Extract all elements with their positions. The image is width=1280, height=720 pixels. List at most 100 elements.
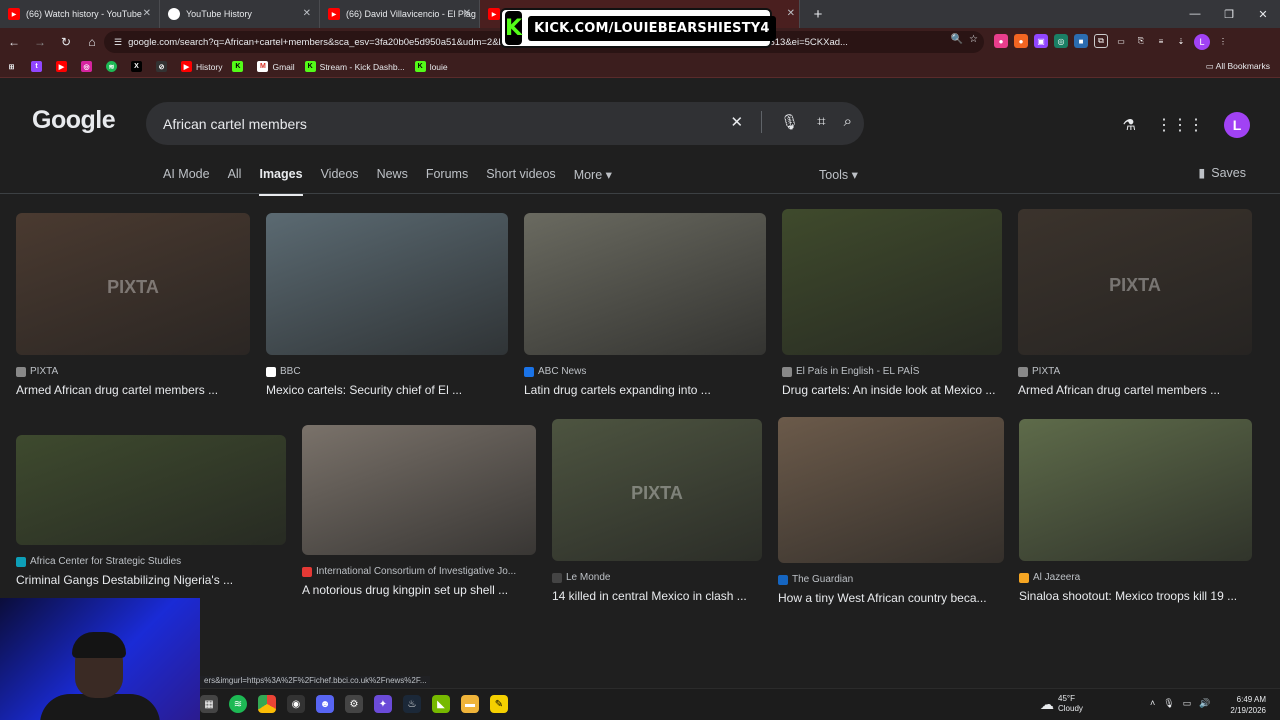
- result-caption[interactable]: Armed African drug cartel members ...: [1018, 383, 1252, 397]
- search-input[interactable]: African cartel members ✕ 🎙 ⌗ ⌕: [146, 102, 864, 145]
- tab-news[interactable]: News: [377, 167, 408, 194]
- image-thumbnail[interactable]: PIXTA: [1018, 209, 1252, 355]
- minimize-icon[interactable]: —: [1178, 0, 1212, 28]
- result-caption[interactable]: Armed African drug cartel members ...: [16, 383, 250, 397]
- result-source[interactable]: El País in English - EL PAÍS: [782, 366, 1002, 377]
- home-icon[interactable]: ⌂: [80, 30, 104, 54]
- close-icon[interactable]: ✕: [303, 8, 311, 19]
- google-logo[interactable]: Google: [32, 106, 116, 135]
- account-avatar[interactable]: L: [1224, 112, 1250, 138]
- nvidia-icon[interactable]: ◣: [432, 695, 450, 713]
- result-caption[interactable]: Latin drug cartels expanding into ...: [524, 383, 766, 397]
- clear-icon[interactable]: ✕: [731, 113, 744, 133]
- chevron-up-icon[interactable]: ˄: [1150, 698, 1155, 709]
- image-result[interactable]: Africa Center for Strategic Studies Crimi…: [16, 435, 286, 587]
- settings-gear-icon[interactable]: ⚙: [345, 695, 363, 713]
- extension-icon[interactable]: ●: [994, 34, 1008, 48]
- tools-button[interactable]: Tools ▾: [819, 167, 858, 182]
- extension-icon[interactable]: ◎: [1054, 34, 1068, 48]
- system-clock[interactable]: 6:49 AM 2/19/2026: [1230, 694, 1266, 716]
- discord-icon[interactable]: ☻: [316, 695, 334, 713]
- lens-camera-icon[interactable]: ⌗: [817, 113, 825, 133]
- result-source[interactable]: ABC News: [524, 366, 766, 377]
- image-result[interactable]: ABC News Latin drug cartels expanding int…: [524, 213, 766, 397]
- result-source[interactable]: The Guardian: [778, 574, 1004, 585]
- result-caption[interactable]: Criminal Gangs Destabilizing Nigeria's .…: [16, 573, 286, 587]
- result-caption[interactable]: 14 killed in central Mexico in clash ...: [552, 589, 762, 603]
- profile-avatar[interactable]: L: [1194, 34, 1210, 50]
- media-icon[interactable]: ▭: [1114, 34, 1128, 48]
- display-icon[interactable]: ▭: [1183, 698, 1192, 709]
- tab-all[interactable]: All: [228, 167, 242, 194]
- result-source[interactable]: PIXTA: [1018, 366, 1252, 377]
- tab-ai-mode[interactable]: AI Mode: [163, 167, 210, 194]
- zoom-icon[interactable]: 🔍: [951, 34, 963, 45]
- result-caption[interactable]: A notorious drug kingpin set up shell ..…: [302, 583, 536, 597]
- google-apps-icon[interactable]: ⋮⋮⋮: [1156, 115, 1204, 135]
- tab-more[interactable]: More ▾: [574, 167, 612, 194]
- image-result[interactable]: The Guardian How a tiny West African coun…: [778, 417, 1004, 605]
- bookmark-gmail[interactable]: M Gmail: [257, 61, 295, 72]
- apps-grid-icon[interactable]: ⊞: [6, 61, 21, 72]
- image-thumbnail[interactable]: [16, 435, 286, 545]
- bookmark-other[interactable]: ⊘: [156, 61, 171, 72]
- controller-icon[interactable]: ✦: [374, 695, 392, 713]
- bookmark-kick[interactable]: K: [232, 61, 247, 72]
- result-caption[interactable]: How a tiny West African country beca...: [778, 591, 1004, 605]
- tab-forums[interactable]: Forums: [426, 167, 468, 194]
- image-thumbnail[interactable]: PIXTA: [16, 213, 250, 355]
- menu-kebab-icon[interactable]: ⋮: [1216, 34, 1230, 48]
- chrome-icon[interactable]: [258, 695, 276, 713]
- image-result[interactable]: International Consortium of Investigativ…: [302, 425, 536, 597]
- obs-icon[interactable]: ◉: [287, 695, 305, 713]
- spotify-icon[interactable]: ≋: [229, 695, 247, 713]
- extension-icon[interactable]: ●: [1014, 34, 1028, 48]
- extension-icon[interactable]: ■: [1074, 34, 1088, 48]
- image-thumbnail[interactable]: [782, 209, 1002, 355]
- result-source[interactable]: PIXTA: [16, 366, 250, 377]
- close-window-icon[interactable]: ✕: [1246, 0, 1280, 28]
- weather-widget[interactable]: ☁ 45°F Cloudy: [1040, 694, 1083, 714]
- bookmark-spotify[interactable]: ≋: [106, 61, 121, 72]
- image-result[interactable]: BBC Mexico cartels: Security chief of El …: [266, 213, 508, 397]
- tab-images[interactable]: Images: [259, 167, 303, 196]
- image-thumbnail[interactable]: [302, 425, 536, 555]
- tab-short-videos[interactable]: Short videos: [486, 167, 555, 194]
- speaker-icon[interactable]: 🔊: [1199, 698, 1210, 709]
- bookmark-youtube[interactable]: ▶: [56, 61, 71, 72]
- result-caption[interactable]: Drug cartels: An inside look at Mexico .…: [782, 383, 1002, 397]
- extensions-puzzle-icon[interactable]: ⧉: [1094, 34, 1108, 48]
- all-bookmarks[interactable]: ▭ All Bookmarks: [1206, 61, 1270, 72]
- result-source[interactable]: Le Monde: [552, 572, 762, 583]
- image-result[interactable]: El País in English - EL PAÍS Drug cartels…: [782, 209, 1002, 397]
- search-icon[interactable]: ⌕: [844, 113, 852, 133]
- image-thumbnail[interactable]: [1019, 419, 1252, 561]
- microphone-icon[interactable]: 🎙: [1163, 698, 1174, 709]
- close-icon[interactable]: ✕: [463, 8, 471, 19]
- task-view-icon[interactable]: ▦: [200, 695, 218, 713]
- image-result[interactable]: Al Jazeera Sinaloa shootout: Mexico troop…: [1019, 419, 1252, 603]
- reload-icon[interactable]: ↻: [54, 30, 78, 54]
- close-icon[interactable]: ✕: [787, 8, 795, 19]
- restore-icon[interactable]: ❐: [1212, 0, 1246, 28]
- tab-youtube-history[interactable]: YouTube History ✕: [160, 0, 320, 28]
- file-explorer-icon[interactable]: ▬: [461, 695, 479, 713]
- image-result[interactable]: PIXTA Le Monde 14 killed in central Mexico…: [552, 419, 762, 603]
- site-info-icon[interactable]: ☰: [114, 37, 122, 48]
- labs-flask-icon[interactable]: ⚗: [1123, 116, 1136, 134]
- cast-icon[interactable]: ⎘: [1134, 34, 1148, 48]
- forward-icon[interactable]: →: [28, 30, 52, 54]
- notes-icon[interactable]: ✎: [490, 695, 508, 713]
- image-result[interactable]: PIXTA PIXTA Armed African drug cartel memb…: [1018, 209, 1252, 397]
- back-icon[interactable]: ←: [2, 30, 26, 54]
- tab-watch-history[interactable]: ▶ (66) Watch history - YouTube ✕: [0, 0, 160, 28]
- microphone-icon[interactable]: 🎙: [780, 113, 799, 133]
- bookmark-louie[interactable]: Klouie: [414, 61, 448, 72]
- saves-button[interactable]: ▮ Saves: [1198, 165, 1246, 181]
- steam-icon[interactable]: ♨: [403, 695, 421, 713]
- tab-david-villavicencio[interactable]: ▶ (66) David Villavicencio - El Plag ✕: [320, 0, 480, 28]
- image-thumbnail[interactable]: [778, 417, 1004, 563]
- downloads-icon[interactable]: ⇣: [1174, 34, 1188, 48]
- bookmark-instagram[interactable]: ◎: [81, 61, 96, 72]
- bookmark-history[interactable]: ▶ History: [181, 61, 222, 72]
